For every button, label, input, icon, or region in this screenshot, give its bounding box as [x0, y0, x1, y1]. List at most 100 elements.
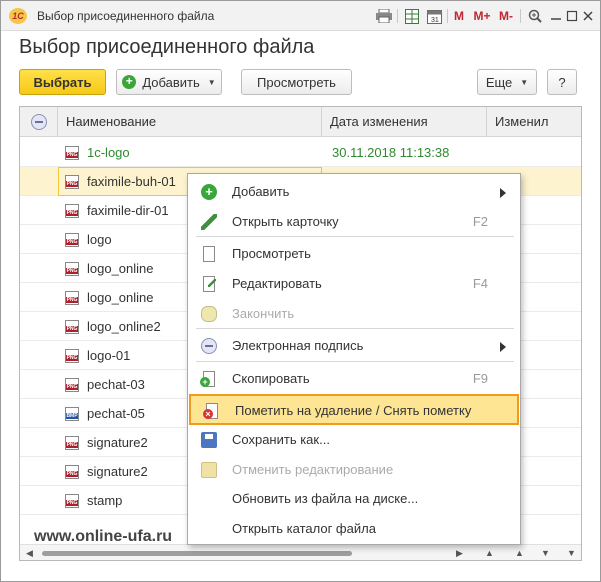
file-type-label: PNG [66, 152, 78, 158]
file-type-label: PNG [66, 442, 78, 448]
bmp-file-icon: BMP [65, 407, 79, 421]
menu-item[interactable]: Скопировать F9 [188, 364, 520, 394]
menu-item: Отменить редактирование [188, 455, 520, 485]
menu-item-label: Отменить редактирование [232, 462, 394, 477]
png-file-icon: PNG [65, 494, 79, 508]
menu-item-label: Просмотреть [232, 246, 311, 261]
page-title: Выбор присоединенного файла [19, 36, 315, 58]
memory-minus-icon[interactable]: M- [497, 7, 515, 25]
png-file-icon: PNG [65, 175, 79, 189]
table-icon[interactable] [403, 7, 421, 25]
window-title: Выбор присоединенного файла [37, 9, 215, 23]
file-name: 1c-logo [87, 145, 130, 160]
menu-item[interactable]: Редактировать F4 [188, 269, 520, 299]
menu-item-shortcut: F2 [472, 214, 488, 229]
page-icon [203, 246, 215, 262]
zoom-icon[interactable] [526, 7, 544, 25]
cancel-edit-icon [201, 462, 217, 478]
table-row[interactable]: PNG 1c-logo 30.11.2018 11:13:38 [20, 138, 581, 167]
more-button[interactable]: Еще ▼ [477, 69, 537, 95]
scroll-bottom-icon[interactable]: ▼ [567, 548, 576, 558]
header-signature-column[interactable] [20, 107, 58, 137]
menu-item[interactable]: + Добавить [188, 177, 520, 207]
png-file-icon: PNG [65, 378, 79, 392]
scroll-top-icon[interactable]: ▲ [485, 548, 494, 558]
save-icon [201, 432, 217, 448]
menu-item-label: Закончить [232, 306, 295, 321]
file-name: logo_online [87, 261, 154, 276]
file-type-label: PNG [66, 471, 78, 477]
calendar-icon[interactable]: 31 [425, 7, 443, 25]
file-name: pechat-05 [87, 406, 145, 421]
close-icon[interactable] [580, 7, 596, 25]
minimize-icon[interactable] [548, 7, 564, 25]
header-date[interactable]: Дата изменения [322, 107, 487, 137]
file-name: faximile-buh-01 [87, 174, 176, 189]
submenu-arrow-icon [500, 342, 506, 352]
more-button-label: Еще [485, 74, 513, 90]
file-type-label: PNG [66, 239, 78, 245]
file-type-label: PNG [66, 268, 78, 274]
png-file-icon: PNG [65, 436, 79, 450]
add-button-label: Добавить [142, 74, 200, 90]
dropdown-arrow-icon: ▼ [520, 77, 529, 87]
context-menu: + Добавить Открыть карточку F2 Просмотреть Ре… [187, 173, 521, 545]
scroll-left-icon[interactable]: ◀ [26, 548, 33, 559]
maximize-icon[interactable] [564, 7, 580, 25]
add-button[interactable]: + Добавить ▼ [116, 69, 222, 95]
menu-item[interactable]: Пометить на удаление / Снять пометку [189, 394, 519, 425]
title-bar: 1С Выбор присоединенного файла 31 M M+ M… [1, 1, 600, 31]
file-name: pechat-03 [87, 377, 145, 392]
scroll-up-icon[interactable]: ▲ [515, 548, 524, 558]
print-icon[interactable] [375, 7, 393, 25]
menu-separator [196, 361, 514, 362]
finish-icon [201, 306, 217, 322]
scroll-down-icon[interactable]: ▼ [541, 548, 550, 558]
scrollbar-thumb[interactable] [42, 551, 352, 556]
menu-item: Закончить [188, 299, 520, 329]
file-name: signature2 [87, 464, 148, 479]
menu-item-label: Электронная подпись [232, 338, 364, 353]
png-file-icon: PNG [65, 465, 79, 479]
header-name[interactable]: Наименование [58, 107, 322, 137]
plus-icon: + [122, 75, 137, 89]
png-file-icon: PNG [65, 320, 79, 334]
table-header: Наименование Дата изменения Изменил [20, 107, 581, 137]
png-file-icon: PNG [65, 262, 79, 276]
menu-item-label: Добавить [232, 184, 290, 199]
form-toolbar: Выбрать + Добавить ▼ Просмотреть Еще ▼ ? [1, 69, 600, 97]
menu-item[interactable]: Открыть каталог файла [188, 514, 520, 544]
memory-icon[interactable]: M [452, 7, 466, 25]
menu-item[interactable]: Электронная подпись [188, 331, 520, 361]
header-changed-by[interactable]: Изменил [487, 107, 581, 137]
copy-icon [200, 371, 215, 387]
file-name: logo-01 [87, 348, 131, 363]
menu-item-shortcut: F9 [472, 371, 488, 386]
select-button[interactable]: Выбрать [19, 69, 106, 95]
menu-item[interactable]: Обновить из файла на диске... [188, 484, 520, 514]
menu-item[interactable]: Сохранить как... [188, 425, 520, 455]
memory-plus-icon[interactable]: M+ [472, 7, 492, 25]
file-name: stamp [87, 493, 123, 508]
pencil-icon [201, 214, 217, 230]
file-type-label: PNG [66, 355, 78, 361]
svg-text:31: 31 [431, 17, 439, 24]
file-name: logo [87, 232, 112, 247]
toolbar-separator [447, 9, 448, 23]
menu-item[interactable]: Открыть карточку F2 [188, 207, 520, 237]
menu-item-shortcut: F4 [472, 276, 488, 291]
file-type-label: PNG [66, 210, 78, 216]
scroll-right-icon[interactable]: ▶ [456, 548, 463, 559]
horizontal-scrollbar[interactable]: ◀ ▶ ▲ ▲ ▼ ▼ [20, 544, 581, 560]
signature-icon [201, 338, 217, 354]
file-name: logo_online [87, 290, 154, 305]
toolbar-separator [520, 9, 521, 23]
png-file-icon: PNG [65, 233, 79, 247]
add-icon: + [201, 184, 217, 200]
help-button[interactable]: ? [547, 69, 577, 95]
app-logo-icon: 1С [9, 8, 27, 24]
menu-item-label: Редактировать [232, 276, 322, 291]
view-button[interactable]: Просмотреть [241, 69, 352, 95]
dialog-window: 1С Выбор присоединенного файла 31 M M+ M… [0, 0, 601, 582]
menu-item[interactable]: Просмотреть [188, 239, 520, 269]
